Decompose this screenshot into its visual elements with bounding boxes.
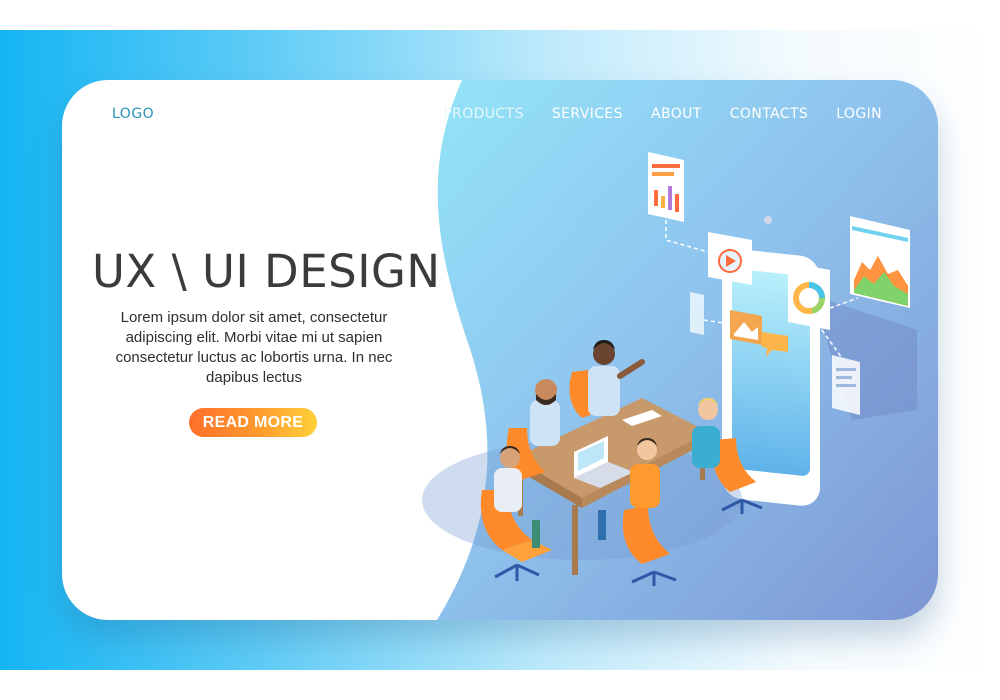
play-icon [708, 232, 752, 285]
landing-page-card: LOGO PRODUCTS SERVICES ABOUT CONTACTS LO… [62, 80, 938, 620]
bar-chart-icon [648, 152, 684, 222]
area-chart-icon [850, 216, 910, 308]
donut-chart-icon [788, 262, 830, 330]
image-icon [730, 310, 762, 345]
team-illustration [422, 152, 917, 586]
